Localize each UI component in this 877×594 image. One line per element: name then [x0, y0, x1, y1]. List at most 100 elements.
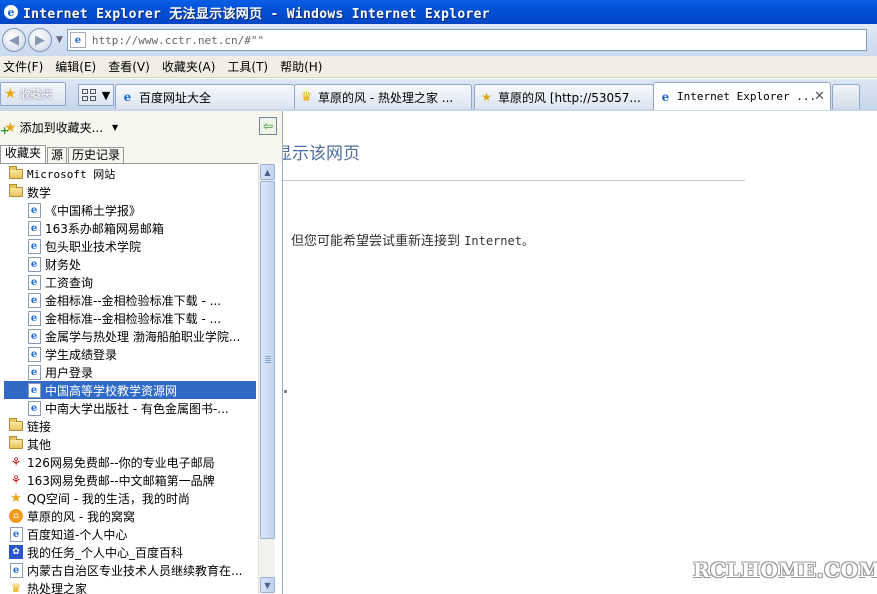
favorites-item[interactable]: e 163系办邮箱网易邮箱 — [0, 219, 258, 237]
qq-star-icon: ★ — [10, 490, 22, 506]
favorites-tabs: 收藏夹源历史记录 — [0, 145, 125, 163]
favorites-folder[interactable]: Microsoft 网站 — [0, 165, 258, 183]
add-favorite-icon: ★ + — [0, 119, 17, 137]
tab-list-dropdown-icon[interactable]: ▼ — [102, 89, 110, 102]
tab-bar: ★ 收藏夹 ▼ e 百度网址大全 ♛ 草原的风 - 热处理之家 ... ★ 草原的风 [h… — [0, 79, 877, 111]
menu-item[interactable]: 工具(T) — [223, 58, 276, 75]
ie-page-icon: e — [26, 382, 42, 398]
trophy-icon: ♛ — [10, 581, 22, 594]
title-bar: e Internet Explorer 无法显示该网页 - Windows In… — [0, 0, 877, 24]
tab-label: Internet Explorer ... — [677, 90, 817, 103]
browser-tab[interactable]: ★ 草原的风 [http://53057... — [474, 84, 654, 109]
favorites-item[interactable]: e 包头职业技术学院 — [0, 237, 258, 255]
favorites-item-label: 链接 — [27, 419, 52, 434]
menu-item[interactable]: 收藏夹(A) — [158, 58, 224, 75]
favorites-item[interactable]: e 学生成绩登录 — [0, 345, 258, 363]
menu-bar: 文件(F) 编辑(E) 查看(V) 收藏夹(A) 工具(T) 帮助(H) — [0, 56, 877, 78]
ie-page-icon: e — [26, 346, 42, 362]
favorites-item[interactable]: e 内蒙古自治区专业技术人员继续教育在... — [0, 561, 258, 579]
folder-icon — [8, 418, 24, 434]
address-bar[interactable]: e — [66, 29, 867, 51]
bullet-dot — [284, 390, 287, 393]
quick-tabs-button[interactable]: ▼ — [78, 84, 114, 106]
browser-tab[interactable]: e Internet Explorer ... ✕ — [653, 82, 831, 110]
ie-page-icon: e — [26, 328, 42, 344]
forward-button[interactable]: ▶ — [28, 28, 52, 52]
favorites-item[interactable]: e 金属学与热处理 渤海船舶职业学院... — [0, 327, 258, 345]
history-dropdown-icon[interactable]: ▼ — [56, 35, 63, 45]
favorites-item[interactable]: e 用户登录 — [0, 363, 258, 381]
window-title: Internet Explorer 无法显示该网页 - Windows Inte… — [23, 6, 490, 22]
favorites-item[interactable]: ♛ 热处理之家 — [0, 579, 258, 594]
favorites-item-label: 126网易免费邮--你的专业电子邮局 — [27, 455, 215, 470]
favorites-item[interactable]: e 百度知道-个人中心 — [0, 525, 258, 543]
ie-page-icon: e — [26, 292, 42, 308]
error-body-internet: Internet。 — [464, 234, 534, 248]
ie-logo-icon: e — [4, 5, 18, 19]
menu-item[interactable]: 编辑(E) — [51, 58, 104, 75]
folder-icon — [8, 166, 24, 182]
favorites-item-label: 百度知道-个人中心 — [27, 527, 128, 542]
address-input[interactable] — [91, 33, 852, 47]
favorites-item[interactable]: ✿ 我的任务_个人中心_百度百科 — [0, 543, 258, 561]
favorites-item-label: 金相标准--金相检验标准下载 - ... — [45, 293, 222, 308]
favorites-item-label: 内蒙古自治区专业技术人员继续教育在... — [27, 563, 243, 578]
favorites-item[interactable]: e 《中国稀土学报》 — [0, 201, 258, 219]
favorites-item-label: 用户登录 — [45, 365, 94, 380]
favorites-item[interactable]: ⚘ 126网易免费邮--你的专业电子邮局 — [0, 453, 258, 471]
tab-label: 百度网址大全 — [139, 90, 212, 105]
favorites-item[interactable]: e 金相标准--金相检验标准下载 - ... — [0, 309, 258, 327]
ie-icon: e — [123, 90, 132, 104]
favorites-item[interactable]: e 财务处 — [0, 255, 258, 273]
menu-item[interactable]: 查看(V) — [104, 58, 158, 75]
quick-tabs-icon — [81, 89, 96, 101]
ie-page-icon: e — [26, 364, 42, 380]
favorites-item[interactable]: ⌂ 草原的风 - 我的窝窝 — [0, 507, 258, 525]
scroll-down-button[interactable]: ▼ — [260, 577, 275, 593]
favorites-item[interactable]: e 中南大学出版社 - 有色金属图书-... — [0, 399, 258, 417]
favorites-tab[interactable]: 历史记录 — [68, 147, 125, 163]
scroll-thumb[interactable] — [260, 181, 275, 539]
favorites-item[interactable]: ★ QQ空间 - 我的生活，我的时尚 — [0, 489, 258, 507]
add-to-favorites-button[interactable]: ★ + 添加到收藏夹... ▼ — [0, 119, 118, 137]
favorites-item-label: 金相标准--金相检验标准下载 - ... — [45, 311, 222, 326]
favorites-item[interactable]: e 金相标准--金相检验标准下载 - ... — [0, 291, 258, 309]
netease-icon: ⚘ — [10, 455, 22, 469]
favorites-folder[interactable]: 链接 — [0, 417, 258, 435]
favorites-item[interactable]: e 中国高等学校教学资源网 — [4, 381, 256, 399]
favorites-item-label: QQ空间 - 我的生活，我的时尚 — [27, 491, 190, 506]
pin-arrow-icon: ⇦ — [262, 119, 274, 133]
favorites-folder[interactable]: 其他 — [0, 435, 258, 453]
menu-item[interactable]: 帮助(H) — [276, 58, 330, 75]
favorites-tab[interactable]: 收藏夹 — [0, 145, 47, 163]
browser-tab[interactable]: ♛ 草原的风 - 热处理之家 ... — [294, 84, 472, 109]
favorites-item[interactable]: e 工资查询 — [0, 273, 258, 291]
favorites-item[interactable]: ⚘ 163网易免费邮--中文邮箱第一品牌 — [0, 471, 258, 489]
close-tab-icon[interactable]: ✕ — [814, 89, 825, 104]
ie-icon: e — [661, 89, 670, 104]
favorites-tab[interactable]: 源 — [47, 147, 68, 163]
back-arrow-icon: ◀ — [9, 32, 19, 48]
error-heading: 显示该网页 — [275, 144, 360, 164]
menu-item[interactable]: 文件(F) — [0, 58, 51, 75]
favorites-item-label: 我的任务_个人中心_百度百科 — [27, 545, 184, 560]
scroll-up-button[interactable]: ▲ — [260, 164, 275, 180]
new-tab-button[interactable] — [832, 84, 860, 109]
home-icon: ⌂ — [8, 509, 24, 524]
pin-favorites-button[interactable]: ⇦ — [259, 117, 277, 135]
add-to-favorites-label: 添加到收藏夹... — [19, 121, 104, 135]
back-button[interactable]: ◀ — [2, 28, 26, 52]
trophy-icon: ♛ — [300, 89, 313, 105]
divider — [275, 180, 745, 181]
baidu-paw-icon: ✿ — [8, 545, 24, 560]
favorites-scrollbar[interactable]: ▲ ▼ — [258, 163, 275, 594]
watermark: RCLHOME.COM — [693, 558, 877, 582]
favorites-item-label: 163网易免费邮--中文邮箱第一品牌 — [27, 473, 215, 488]
favorites-folder[interactable]: 数学 — [0, 183, 258, 201]
ie-page-icon: e — [26, 400, 42, 416]
error-body-text: 但您可能希望尝试重新连接到 — [291, 234, 465, 249]
favorites-center-button[interactable]: ★ 收藏夹 — [0, 82, 66, 106]
ie-page-icon: e — [26, 310, 42, 326]
star-icon: ★ — [4, 86, 17, 102]
browser-tab[interactable]: e 百度网址大全 — [115, 84, 295, 109]
